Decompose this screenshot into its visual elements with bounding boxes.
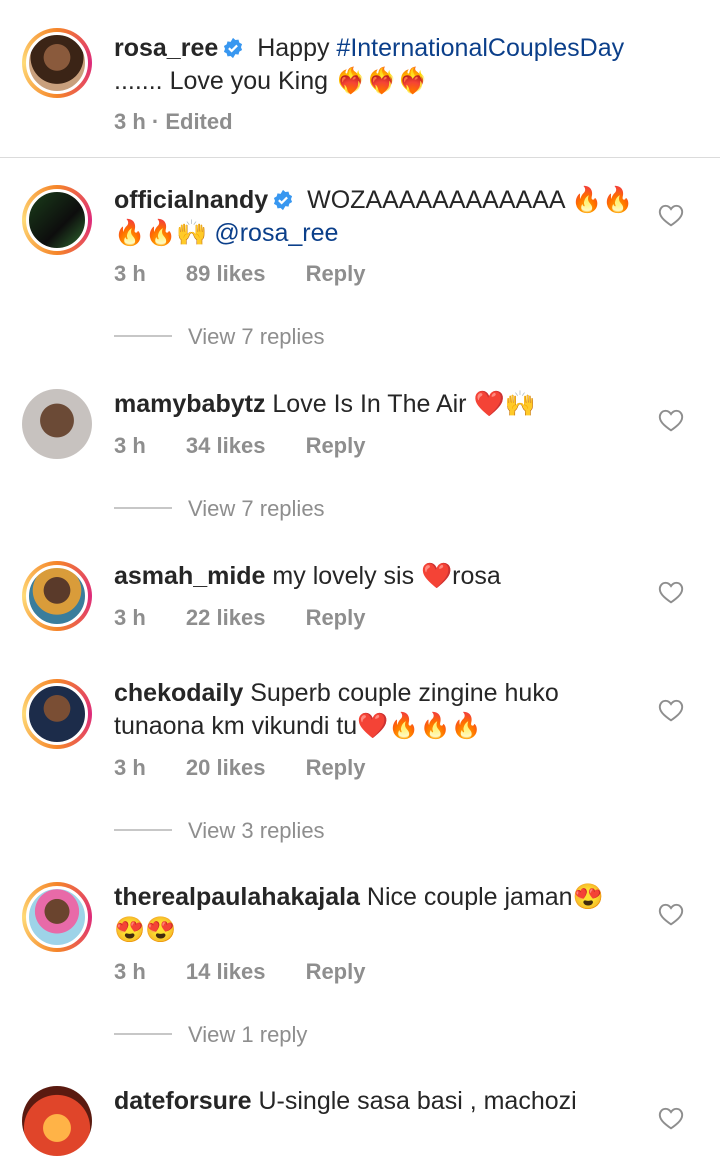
reply-button[interactable]: Reply xyxy=(306,959,366,985)
comment-username[interactable]: dateforsure xyxy=(114,1087,252,1115)
avatar[interactable] xyxy=(22,882,92,952)
likes-count[interactable]: 34 likes xyxy=(186,433,266,459)
comment-text: dateforsure U-single sasa basi , machozi xyxy=(114,1087,577,1115)
likes-count[interactable]: 89 likes xyxy=(186,261,266,287)
heart-outline-icon[interactable] xyxy=(658,408,684,432)
caption-text: rosa_ree Happy #InternationalCouplesDay … xyxy=(114,34,625,95)
view-replies-button[interactable]: View 7 replies xyxy=(114,324,325,350)
caption-time: 3 h · Edited xyxy=(114,109,233,134)
comment-time: 3 h xyxy=(114,959,146,984)
comment-time: 3 h xyxy=(114,261,146,286)
comment-time: 3 h xyxy=(114,433,146,458)
likes-count[interactable]: 20 likes xyxy=(186,755,266,781)
avatar[interactable] xyxy=(22,28,92,98)
comment-text: officialnandy WOZAAAAAAAAAAAA 🔥🔥🔥🔥🙌 @ros… xyxy=(114,186,634,247)
comment-username[interactable]: officialnandy xyxy=(114,186,268,214)
avatar[interactable] xyxy=(22,1086,92,1156)
comment-username[interactable]: chekodaily xyxy=(114,679,243,707)
avatar[interactable] xyxy=(22,561,92,631)
heart-outline-icon[interactable] xyxy=(658,203,684,227)
comment-meta: 3 h 20 likes Reply xyxy=(114,755,365,781)
avatar[interactable] xyxy=(22,185,92,255)
reply-button[interactable]: Reply xyxy=(306,605,366,631)
divider-line xyxy=(114,1033,172,1035)
verified-badge-icon xyxy=(224,37,243,59)
divider xyxy=(0,157,720,158)
heart-outline-icon[interactable] xyxy=(658,698,684,722)
likes-count[interactable]: 14 likes xyxy=(186,959,266,985)
comment-text: mamybabytz Love Is In The Air ❤️🙌 xyxy=(114,390,536,418)
likes-count[interactable]: 22 likes xyxy=(186,605,266,631)
hashtag-link[interactable]: #InternationalCouplesDay xyxy=(336,34,624,62)
verified-badge-icon xyxy=(274,189,293,211)
divider-line xyxy=(114,335,172,337)
view-replies-button[interactable]: View 3 replies xyxy=(114,818,325,844)
caption-username[interactable]: rosa_ree xyxy=(114,34,218,62)
mention-link[interactable]: @rosa_ree xyxy=(214,219,338,247)
comment-meta: 3 h 22 likes Reply xyxy=(114,605,365,631)
comment-meta: 3 h 34 likes Reply xyxy=(114,433,365,459)
comment-username[interactable]: mamybabytz xyxy=(114,390,265,418)
comment-meta: 3 h 14 likes Reply xyxy=(114,959,365,985)
view-replies-button[interactable]: View 7 replies xyxy=(114,496,325,522)
heart-outline-icon[interactable] xyxy=(658,1106,684,1130)
comment-text: asmah_mide my lovely sis ❤️rosa xyxy=(114,562,501,590)
comment-username[interactable]: asmah_mide xyxy=(114,562,265,590)
comment-meta: 3 h 89 likes Reply xyxy=(114,261,365,287)
comment-username[interactable]: therealpaulahakajala xyxy=(114,883,360,911)
comment-time: 3 h xyxy=(114,605,146,630)
avatar[interactable] xyxy=(22,389,92,459)
comment-text: therealpaulahakajala Nice couple jaman😍😍… xyxy=(114,883,604,944)
divider-line xyxy=(114,829,172,831)
reply-button[interactable]: Reply xyxy=(306,755,366,781)
heart-outline-icon[interactable] xyxy=(658,902,684,926)
comment-text: chekodaily Superb couple zingine huko tu… xyxy=(114,679,559,740)
reply-button[interactable]: Reply xyxy=(306,433,366,459)
view-replies-button[interactable]: View 1 reply xyxy=(114,1022,307,1048)
heart-outline-icon[interactable] xyxy=(658,580,684,604)
avatar[interactable] xyxy=(22,679,92,749)
comment-time: 3 h xyxy=(114,755,146,780)
divider-line xyxy=(114,507,172,509)
reply-button[interactable]: Reply xyxy=(306,261,366,287)
